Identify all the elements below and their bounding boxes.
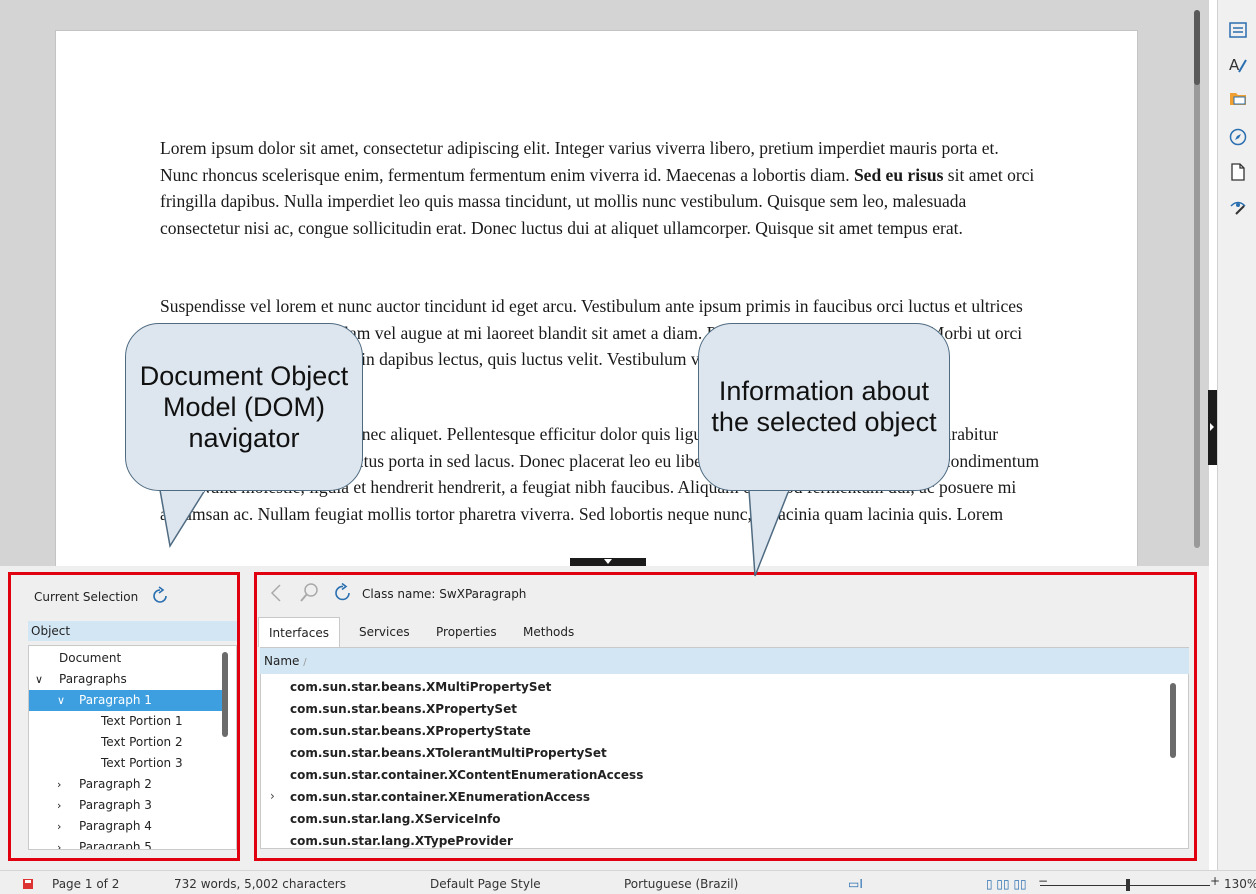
page-icon[interactable] (1228, 162, 1248, 182)
callout-dom-navigator: Document Object Model (DOM) navigator (125, 323, 363, 491)
save-status-icon[interactable] (22, 878, 34, 890)
zoom-out-button[interactable]: − (1038, 874, 1048, 888)
zoom-in-button[interactable]: + (1210, 874, 1220, 888)
object-info-highlight (254, 572, 1197, 861)
bold-text: Sed eu risus (853, 164, 944, 185)
gallery-icon[interactable] (1228, 88, 1248, 108)
paragraph-1[interactable]: Lorem ipsum dolor sit amet, consectetur … (160, 135, 1040, 241)
sidebar-collapse-handle[interactable] (1208, 390, 1217, 465)
vertical-scrollbar-thumb[interactable] (1194, 10, 1200, 85)
callout-object-info: Information about the selected object (698, 323, 950, 491)
callout-info-tail (748, 486, 790, 577)
view-layout-icons[interactable]: ▯ ▯▯ ▯▯ (986, 877, 1027, 891)
page-number[interactable]: Page 1 of 2 (52, 877, 119, 891)
vertical-scrollbar-track[interactable] (1194, 10, 1200, 548)
zoom-level[interactable]: 130% (1224, 877, 1256, 891)
page-style[interactable]: Default Page Style (430, 877, 541, 891)
language[interactable]: Portuguese (Brazil) (624, 877, 738, 891)
navigator-icon[interactable] (1228, 127, 1248, 147)
selection-mode-icon[interactable]: ▭I (848, 877, 863, 891)
zoom-slider[interactable] (1040, 885, 1210, 886)
zoom-slider-thumb[interactable] (1126, 879, 1130, 891)
callout-dom-tail (159, 486, 206, 548)
properties-icon[interactable] (1228, 20, 1248, 40)
panel-splitter-handle[interactable] (570, 558, 646, 566)
style-inspector-icon[interactable] (1228, 197, 1248, 217)
sidebar-tab-bar: A (1217, 0, 1256, 870)
styles-icon[interactable]: A (1228, 55, 1248, 75)
dom-navigator-highlight (8, 572, 240, 861)
word-count[interactable]: 732 words, 5,002 characters (174, 877, 346, 891)
